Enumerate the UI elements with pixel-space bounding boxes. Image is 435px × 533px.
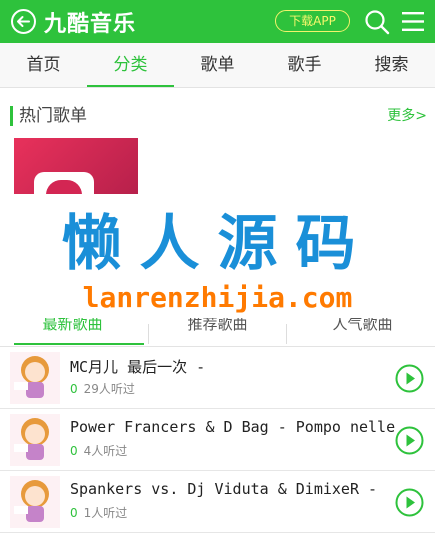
play-icon[interactable] xyxy=(395,426,424,455)
app-header: 九酷音乐 下载APP xyxy=(0,0,435,43)
section-accent-bar xyxy=(10,106,13,126)
download-app-button[interactable]: 下载APP xyxy=(275,10,350,32)
song-meta: 0 4人听过 xyxy=(70,442,127,459)
back-arrow-icon[interactable] xyxy=(10,8,37,35)
section-title: 热门歌单 xyxy=(19,106,87,126)
tab-category[interactable]: 分类 xyxy=(87,43,174,87)
active-subtab-indicator xyxy=(14,343,144,345)
song-avatar-image xyxy=(10,414,60,466)
tab-singer[interactable]: 歌手 xyxy=(261,43,348,87)
watermark-url: lanrenzhijia.com xyxy=(82,281,353,314)
subtab-latest[interactable]: 最新歌曲 xyxy=(0,318,145,338)
song-count: 0 xyxy=(70,444,78,458)
watermark-chinese: 懒人源码 xyxy=(61,209,374,279)
more-link[interactable]: 更多> xyxy=(387,106,427,126)
song-listeners: 1人听过 xyxy=(83,506,128,520)
play-icon[interactable] xyxy=(395,364,424,393)
song-meta: 0 1人听过 xyxy=(70,504,127,521)
search-icon[interactable] xyxy=(364,9,390,35)
song-title[interactable]: MC月儿 最后一次 - xyxy=(70,356,205,377)
song-row[interactable]: Spankers vs. Dj Viduta & DimixeR - 0 1人听过 xyxy=(0,471,435,533)
main-nav: 首页 分类 歌单 歌手 搜索 xyxy=(0,43,435,88)
song-listeners: 4人听过 xyxy=(83,444,128,458)
subtab-recommended[interactable]: 推荐歌曲 xyxy=(145,318,290,338)
song-listeners: 29人听过 xyxy=(83,382,135,396)
playlist-cover[interactable] xyxy=(14,138,138,194)
play-icon[interactable] xyxy=(395,488,424,517)
tab-search[interactable]: 搜索 xyxy=(348,43,435,87)
active-tab-indicator xyxy=(87,85,174,87)
playlist-cover-logo xyxy=(34,172,94,194)
song-title[interactable]: Power Francers & D Bag - Pompo nelle xyxy=(70,418,395,436)
menu-icon[interactable] xyxy=(402,11,424,32)
song-row[interactable]: MC月儿 最后一次 - 0 29人听过 xyxy=(0,347,435,409)
song-meta: 0 29人听过 xyxy=(70,380,135,397)
hot-playlists-header: 热门歌单 更多> xyxy=(10,104,430,128)
song-avatar-image xyxy=(10,476,60,528)
song-row[interactable]: Power Francers & D Bag - Pompo nelle 0 4人… xyxy=(0,409,435,471)
subtab-popular[interactable]: 人气歌曲 xyxy=(290,318,435,338)
song-title[interactable]: Spankers vs. Dj Viduta & DimixeR - xyxy=(70,480,377,498)
song-count: 0 xyxy=(70,506,78,520)
tab-playlist[interactable]: 歌单 xyxy=(174,43,261,87)
tab-home[interactable]: 首页 xyxy=(0,43,87,87)
song-avatar-image xyxy=(10,352,60,404)
subtab-divider xyxy=(286,324,287,344)
song-count: 0 xyxy=(70,382,78,396)
app-logo[interactable]: 九酷音乐 xyxy=(44,6,136,38)
